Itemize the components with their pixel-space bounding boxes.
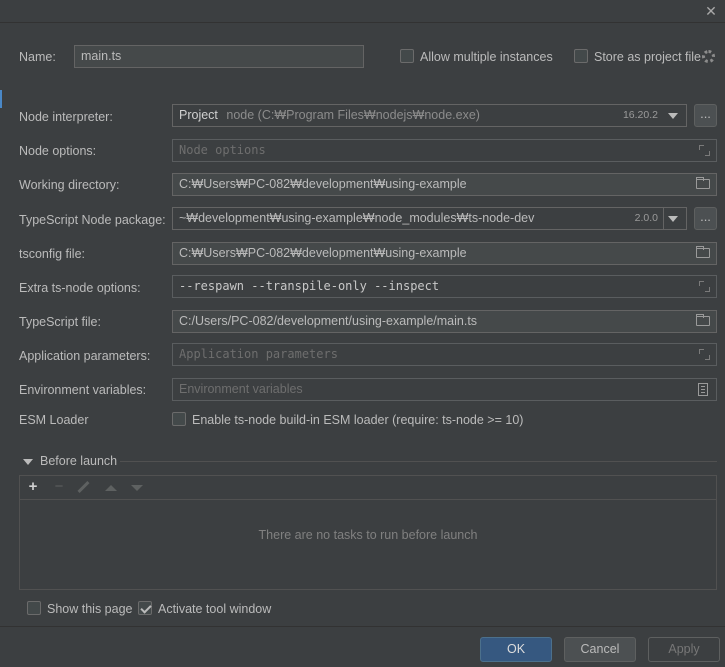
tsconfig-value: C:₩Users₩PC-082₩development₩using-exampl… xyxy=(179,246,467,260)
ts-node-package-more-button[interactable]: ... xyxy=(694,207,717,230)
title-separator xyxy=(0,22,725,23)
tsconfig-label: tsconfig file: xyxy=(19,247,86,261)
activate-tool-checkbox[interactable] xyxy=(138,601,152,615)
folder-icon[interactable] xyxy=(696,177,710,189)
cancel-button[interactable]: Cancel xyxy=(564,637,636,662)
before-launch-toolbar: + − xyxy=(20,476,716,500)
before-launch-divider xyxy=(120,461,717,462)
working-directory-field[interactable]: C:₩Users₩PC-082₩development₩using-exampl… xyxy=(172,173,717,196)
env-vars-placeholder: Environment variables xyxy=(179,382,303,396)
node-interpreter-combo[interactable]: Project node (C:₩Program Files₩nodejs₩no… xyxy=(172,104,687,127)
move-down-icon[interactable] xyxy=(131,485,143,491)
gear-icon[interactable] xyxy=(702,50,715,63)
allow-multiple-label[interactable]: Allow multiple instances xyxy=(420,50,553,64)
add-icon[interactable]: + xyxy=(24,478,42,496)
ts-node-package-combo[interactable]: ~₩development₩using-example₩node_modules… xyxy=(172,207,687,230)
expand-icon[interactable] xyxy=(699,145,710,156)
node-interpreter-more-button[interactable]: ... xyxy=(694,104,717,127)
before-launch-empty-message: There are no tasks to run before launch xyxy=(258,528,478,542)
before-launch-title[interactable]: Before launch xyxy=(40,454,117,468)
store-project-checkbox[interactable] xyxy=(574,49,588,63)
folder-icon[interactable] xyxy=(696,246,710,258)
app-params-field[interactable]: Application parameters xyxy=(172,343,717,366)
extra-options-label: Extra ts-node options: xyxy=(19,281,141,295)
working-directory-label: Working directory: xyxy=(19,178,120,192)
show-page-checkbox[interactable] xyxy=(27,601,41,615)
ts-node-package-value: ~₩development₩using-example₩node_modules… xyxy=(179,211,535,225)
app-params-placeholder: Application parameters xyxy=(179,347,338,361)
ts-node-package-label: TypeScript Node package: xyxy=(19,213,166,227)
expand-icon[interactable] xyxy=(699,349,710,360)
combo-divider xyxy=(663,208,664,229)
esm-loader-checkbox-label[interactable]: Enable ts-node build-in ESM loader (requ… xyxy=(192,413,523,427)
collapse-triangle-icon[interactable] xyxy=(23,459,33,465)
extra-options-field[interactable]: --respawn --transpile-only --inspect xyxy=(172,275,717,298)
move-up-icon[interactable] xyxy=(105,485,117,491)
node-interpreter-prefix: Project xyxy=(179,108,218,122)
show-page-label[interactable]: Show this page xyxy=(47,602,132,616)
node-options-label: Node options: xyxy=(19,144,97,158)
activate-tool-label[interactable]: Activate tool window xyxy=(158,602,271,616)
node-options-field[interactable]: Node options xyxy=(172,139,717,162)
tsconfig-field[interactable]: C:₩Users₩PC-082₩development₩using-exampl… xyxy=(172,242,717,265)
node-interpreter-label: Node interpreter: xyxy=(19,110,113,124)
document-icon[interactable] xyxy=(698,383,708,396)
before-launch-panel: + − There are no tasks to run before lau… xyxy=(19,475,717,590)
esm-loader-checkbox[interactable] xyxy=(172,412,186,426)
node-interpreter-version: 16.20.2 xyxy=(622,109,658,121)
remove-icon[interactable]: − xyxy=(50,478,68,496)
chevron-down-icon[interactable] xyxy=(668,216,678,222)
expand-icon[interactable] xyxy=(699,281,710,292)
ok-button[interactable]: OK xyxy=(480,637,552,662)
ts-file-value: C:/Users/PC-082/development/using-exampl… xyxy=(179,314,478,328)
esm-loader-label: ESM Loader xyxy=(19,413,89,427)
working-directory-value: C:₩Users₩PC-082₩development₩using-exampl… xyxy=(179,177,467,191)
close-icon[interactable]: ✕ xyxy=(702,2,720,20)
edit-icon[interactable] xyxy=(77,480,90,494)
folder-icon[interactable] xyxy=(696,314,710,326)
node-options-placeholder: Node options xyxy=(179,143,266,157)
env-vars-label: Environment variables: xyxy=(19,383,147,397)
focus-accent xyxy=(0,90,2,108)
ts-file-field[interactable]: C:/Users/PC-082/development/using-exampl… xyxy=(172,310,717,333)
name-label: Name: xyxy=(19,50,56,64)
node-interpreter-path: node (C:₩Program Files₩nodejs₩node.exe) xyxy=(226,108,480,122)
apply-button[interactable]: Apply xyxy=(648,637,720,662)
app-params-label: Application parameters: xyxy=(19,349,151,363)
store-project-label[interactable]: Store as project file xyxy=(594,50,701,64)
chevron-down-icon[interactable] xyxy=(668,113,678,119)
ts-file-label: TypeScript file: xyxy=(19,315,101,329)
extra-options-value: --respawn --transpile-only --inspect xyxy=(179,279,440,293)
ts-node-package-version: 2.0.0 xyxy=(634,212,658,224)
env-vars-field[interactable]: Environment variables xyxy=(172,378,717,401)
allow-multiple-checkbox[interactable] xyxy=(400,49,414,63)
name-input[interactable]: main.ts xyxy=(74,45,364,68)
